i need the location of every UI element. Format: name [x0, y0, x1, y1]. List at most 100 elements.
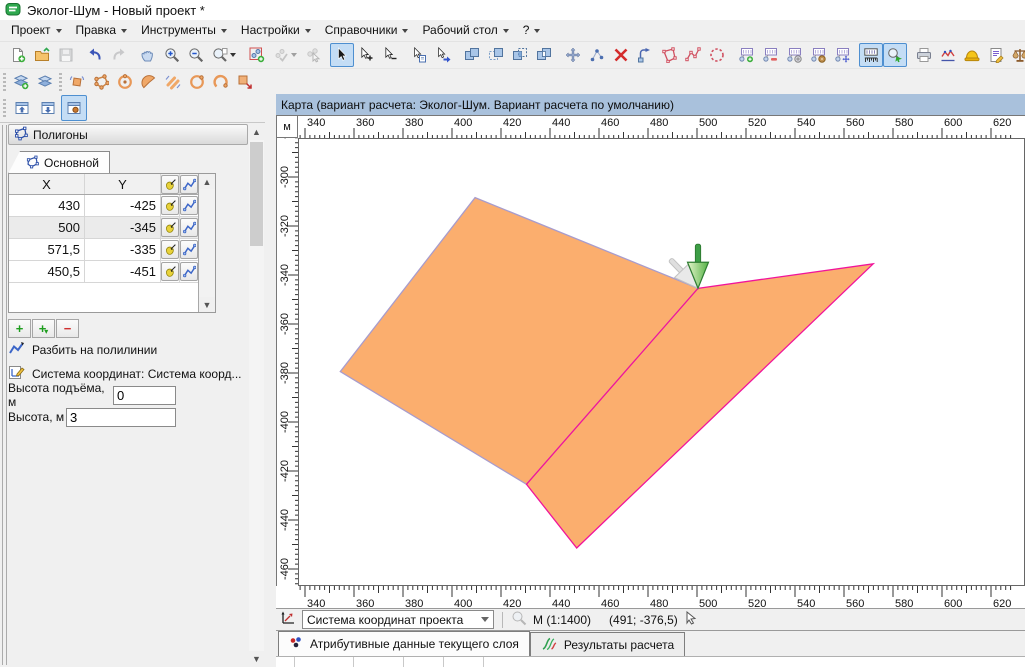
- scales-button[interactable]: [1008, 43, 1025, 67]
- edit-nodes-button[interactable]: [585, 43, 609, 67]
- menu-item-5[interactable]: Справочники: [318, 21, 416, 40]
- draw-circle-button[interactable]: [705, 43, 729, 67]
- tab-attribute-data[interactable]: Атрибутивные данные текущего слоя: [278, 631, 530, 656]
- menu-item-3[interactable]: Инструменты: [134, 21, 234, 40]
- cell-y[interactable]: -335: [85, 239, 161, 260]
- ruler-grid-button[interactable]: [859, 43, 883, 67]
- delete-button[interactable]: [609, 43, 633, 67]
- cell-y[interactable]: -451: [85, 261, 161, 282]
- cell-y[interactable]: -345: [85, 217, 161, 238]
- tab-main[interactable]: Основной: [8, 151, 110, 174]
- draw-polygon-button[interactable]: [657, 43, 681, 67]
- move-object-button[interactable]: [431, 43, 455, 67]
- xor-button[interactable]: [532, 43, 556, 67]
- table-scroll-down-icon[interactable]: ▼: [199, 297, 215, 312]
- pick-on-map-header-icon[interactable]: [161, 175, 179, 194]
- pick-on-map-button[interactable]: [161, 196, 179, 215]
- menu-item-1[interactable]: Проект: [4, 21, 69, 40]
- source-circle-button[interactable]: [185, 70, 209, 94]
- menu-item-2[interactable]: Правка: [69, 21, 135, 40]
- subtract-button[interactable]: [484, 43, 508, 67]
- pick-on-map-button[interactable]: [161, 218, 179, 237]
- add-row-button[interactable]: +: [8, 319, 31, 338]
- map-canvas[interactable]: [298, 138, 1025, 586]
- source-circle-dot-button[interactable]: [113, 70, 137, 94]
- select-button[interactable]: [330, 43, 354, 67]
- source-polygon-button[interactable]: [89, 70, 113, 94]
- split-polyline-link[interactable]: Разбить на полилинии: [8, 341, 157, 359]
- cell-x[interactable]: 450,5: [9, 261, 85, 282]
- menu-item-7[interactable]: ?: [516, 21, 548, 40]
- zoom-out-button[interactable]: [184, 43, 208, 67]
- panel-grip[interactable]: [2, 125, 7, 665]
- window-up-button[interactable]: [9, 95, 35, 121]
- lift-height-input[interactable]: [113, 386, 176, 405]
- source-box-button[interactable]: [65, 70, 89, 94]
- column-header-x[interactable]: X: [9, 174, 85, 194]
- new-project-button[interactable]: [6, 43, 30, 67]
- remove-row-button[interactable]: −: [56, 319, 79, 338]
- pan-button[interactable]: [136, 43, 160, 67]
- attribute-table-edge: [276, 656, 1025, 667]
- report-button[interactable]: [984, 43, 1008, 67]
- cell-x[interactable]: 430: [9, 195, 85, 216]
- pick-on-map-button[interactable]: [161, 262, 179, 281]
- layers-button[interactable]: [33, 70, 57, 94]
- ruler-label: 380: [405, 598, 423, 609]
- table-scrollbar[interactable]: ▲ ▼: [198, 174, 215, 312]
- cell-y[interactable]: -425: [85, 195, 161, 216]
- edit-vertex-header-icon[interactable]: [180, 175, 198, 194]
- select-add-button[interactable]: [354, 43, 378, 67]
- zoom-history-button[interactable]: [208, 43, 240, 67]
- source-sector-button[interactable]: [137, 70, 161, 94]
- intersect-button[interactable]: [508, 43, 532, 67]
- calc-point-load-button[interactable]: [806, 43, 830, 67]
- window-current-button[interactable]: [61, 95, 87, 121]
- column-header-y[interactable]: Y: [85, 174, 161, 194]
- scroll-down-icon[interactable]: ▼: [249, 651, 264, 667]
- noise-chart-button[interactable]: [936, 43, 960, 67]
- tab-calc-results[interactable]: Результаты расчета: [530, 632, 685, 656]
- map-title: Карта (вариант расчета: Эколог-Шум. Вари…: [281, 98, 674, 112]
- height-input[interactable]: [66, 408, 176, 427]
- calc-point-add-button[interactable]: [734, 43, 758, 67]
- transform-button[interactable]: [633, 43, 657, 67]
- zoom-object-button[interactable]: [883, 43, 907, 67]
- scroll-thumb[interactable]: [250, 142, 263, 246]
- calc-point-move-button[interactable]: [830, 43, 854, 67]
- panel-scrollbar[interactable]: ▲ ▼: [249, 124, 264, 667]
- calc-point-save-button[interactable]: [782, 43, 806, 67]
- cell-x[interactable]: 500: [9, 217, 85, 238]
- add-layer-button[interactable]: [9, 70, 33, 94]
- menu-item-4[interactable]: Настройки: [234, 21, 318, 40]
- edit-vertex-button[interactable]: [180, 218, 198, 237]
- print-button[interactable]: [912, 43, 936, 67]
- add-object-button[interactable]: [245, 43, 269, 67]
- cell-x[interactable]: 571,5: [9, 239, 85, 260]
- window-down-button[interactable]: [35, 95, 61, 121]
- calc-point-remove-button[interactable]: [758, 43, 782, 67]
- table-scroll-up-icon[interactable]: ▲: [199, 174, 215, 189]
- open-project-button[interactable]: [30, 43, 54, 67]
- edit-vertex-button[interactable]: [180, 240, 198, 259]
- zoom-in-button[interactable]: [160, 43, 184, 67]
- add-rows-button[interactable]: +▾: [32, 319, 55, 338]
- scroll-up-icon[interactable]: ▲: [249, 124, 264, 140]
- source-lines-button[interactable]: [161, 70, 185, 94]
- edit-vertex-button[interactable]: [180, 262, 198, 281]
- edit-vertex-button[interactable]: [180, 196, 198, 215]
- draw-polyline-button[interactable]: [681, 43, 705, 67]
- source-move-button[interactable]: [233, 70, 257, 94]
- pick-on-map-button[interactable]: [161, 240, 179, 259]
- union-button[interactable]: [460, 43, 484, 67]
- source-arc-button[interactable]: [209, 70, 233, 94]
- coord-system-select[interactable]: Система координат проекта: [302, 610, 494, 629]
- select-remove-button[interactable]: [378, 43, 402, 67]
- expert-button[interactable]: [960, 43, 984, 67]
- move-nodes-button[interactable]: [561, 43, 585, 67]
- copy-object-button[interactable]: [407, 43, 431, 67]
- map-scale: М (1:1400): [533, 613, 591, 627]
- undo-button[interactable]: [83, 43, 107, 67]
- menu-item-6[interactable]: Рабочий стол: [415, 21, 515, 40]
- ruler-label: 620: [993, 117, 1011, 129]
